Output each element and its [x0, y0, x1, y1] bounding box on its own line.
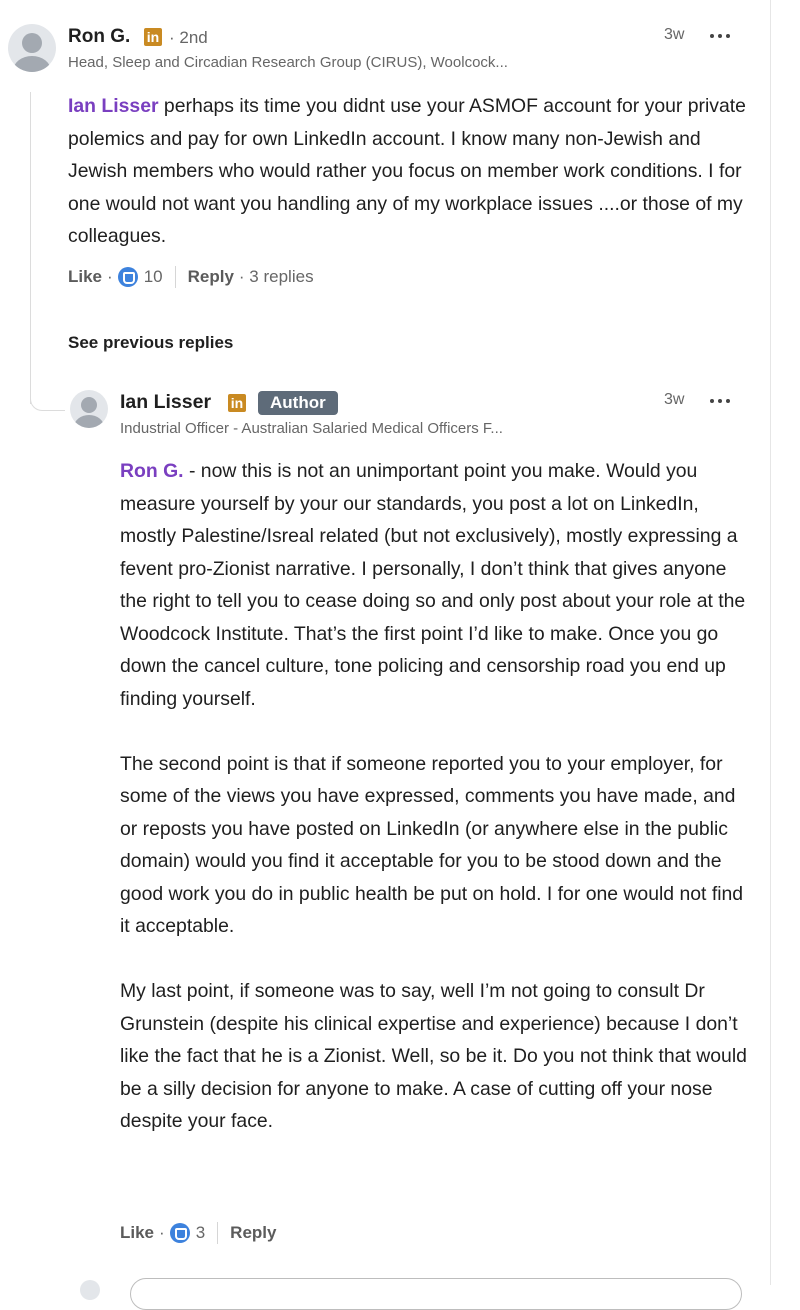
thread-line	[30, 92, 31, 404]
author-headline[interactable]: Industrial Officer - Australian Salaried…	[120, 420, 503, 437]
more-options-icon[interactable]	[710, 29, 734, 43]
author-name[interactable]: Ron G.	[68, 26, 130, 48]
reaction-count[interactable]: 3	[196, 1223, 205, 1243]
divider	[174, 266, 176, 288]
avatar-body-icon	[74, 415, 104, 428]
like-reaction-icon	[117, 267, 138, 287]
avatar[interactable]	[8, 24, 56, 72]
like-button[interactable]: Like	[68, 267, 102, 287]
comment-actions: Like · 10 Reply · 3 replies	[68, 266, 314, 288]
linkedin-premium-icon: in	[228, 394, 246, 412]
avatar-body-icon	[13, 56, 51, 72]
more-options-icon[interactable]	[710, 394, 734, 408]
author-name[interactable]: Ian Lisser	[120, 391, 211, 414]
mention-link[interactable]: Ian Lisser	[68, 95, 159, 117]
avatar[interactable]	[70, 390, 108, 428]
author-badge: Author	[258, 391, 338, 415]
timestamp: 3w	[664, 26, 685, 43]
avatar-head-icon	[22, 33, 42, 53]
like-reaction-icon	[169, 1223, 190, 1243]
reply-button[interactable]: Reply	[188, 267, 234, 287]
reply-input[interactable]	[130, 1278, 742, 1310]
replies-count[interactable]: · 3 replies	[239, 267, 314, 287]
thread-connector	[30, 388, 65, 411]
avatar-head-icon	[81, 397, 97, 413]
reply-button[interactable]: Reply	[230, 1223, 276, 1243]
like-button[interactable]: Like	[120, 1223, 154, 1243]
reply-actions: Like · 3 Reply	[120, 1222, 277, 1244]
reply-paragraph-1: Ron G. - now this is not an unimportant …	[120, 460, 746, 710]
panel-border	[770, 0, 771, 1285]
reply-body: Ron G. - now this is not an unimportant …	[120, 455, 750, 1138]
mention-link[interactable]: Ron G.	[120, 460, 184, 482]
reaction-count[interactable]: 10	[144, 267, 163, 287]
reply-paragraph-2: The second point is that if someone repo…	[120, 752, 744, 938]
comment-body: Ian Lisser perhaps its time you didnt us…	[68, 95, 746, 247]
current-user-avatar	[80, 1280, 100, 1300]
see-previous-replies-button[interactable]: See previous replies	[68, 333, 233, 353]
author-headline[interactable]: Head, Sleep and Circadian Research Group…	[68, 54, 508, 71]
reply-paragraph-3: My last point, if someone was to say, we…	[120, 980, 747, 1132]
linkedin-premium-icon: in	[144, 28, 162, 46]
divider	[217, 1222, 219, 1244]
connection-degree: · 2nd	[169, 28, 208, 47]
timestamp: 3w	[664, 391, 685, 408]
